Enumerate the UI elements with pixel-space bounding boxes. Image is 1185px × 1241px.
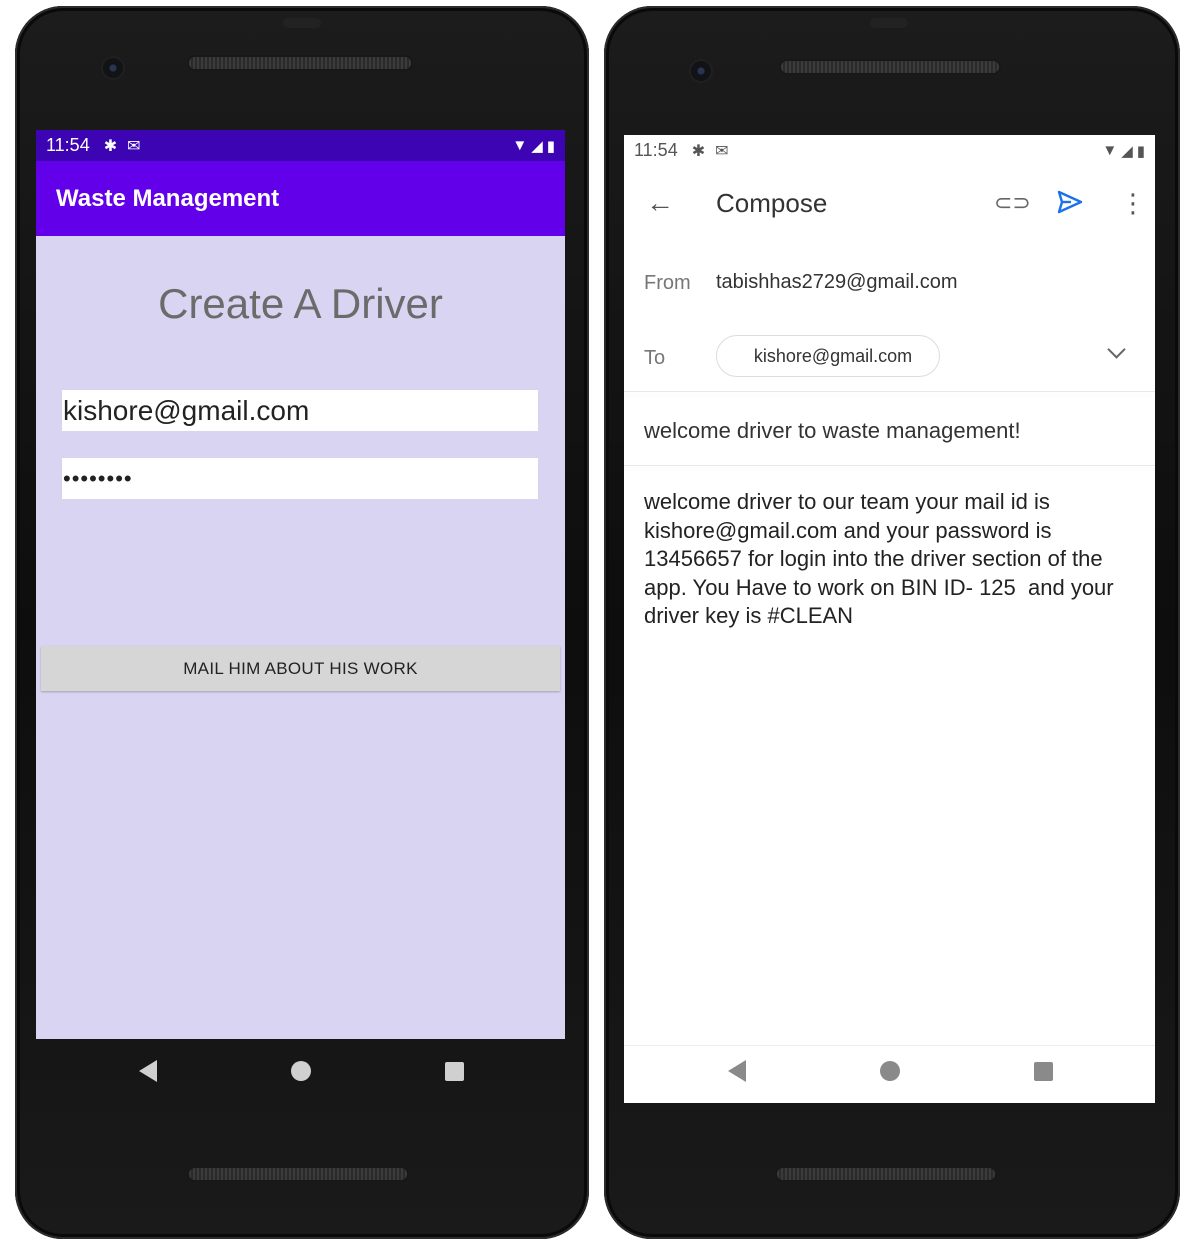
front-camera-icon [103,58,123,78]
back-icon [727,1060,746,1082]
battery-icon: ▮ [1136,142,1145,160]
nav-home-button[interactable] [875,1056,905,1086]
status-bar: 11:54 ✱ ✉ ▼ ◢ ▮ [36,130,565,161]
divider [624,1045,1155,1046]
bottom-speaker [777,1168,995,1180]
send-icon[interactable] [1056,189,1084,220]
from-value[interactable]: tabishhas2729@gmail.com [716,271,958,294]
mail-driver-button[interactable]: MAIL HIM ABOUT HIS WORK [41,646,560,691]
left-phone-frame: 11:54 ✱ ✉ ▼ ◢ ▮ Waste Management Create … [15,6,589,1239]
body-field[interactable]: welcome driver to our team your mail id … [644,488,1144,631]
gmail-icon: ✉ [127,137,141,155]
signal-icon: ◢ [531,137,543,155]
divider [624,465,1155,466]
password-field[interactable] [62,458,538,499]
gear-icon: ✱ [103,137,118,155]
compose-header: ← Compose ⊂⊃ ⋮ [624,171,1155,235]
front-camera-icon [691,61,711,81]
top-speaker [189,57,411,69]
nav-back-button[interactable] [133,1056,163,1086]
nav-bar [660,1051,1120,1091]
earpiece [870,18,908,28]
recents-icon [1033,1061,1053,1081]
more-options-icon[interactable]: ⋮ [1120,190,1146,216]
divider [624,391,1155,392]
nav-bar [71,1051,531,1091]
status-time: 11:54 [634,140,678,160]
wifi-icon: ▼ [1102,142,1118,159]
nav-recents-button[interactable] [439,1056,469,1086]
compose-screen: 11:54 ✱ ✉ ▼ ◢ ▮ ← Compose ⊂⊃ ⋮ From tabi… [624,135,1155,1103]
from-label: From [644,272,691,294]
attachment-icon[interactable]: ⊂⊃ [994,190,1031,216]
bottom-speaker [189,1168,407,1180]
recents-icon [444,1061,464,1081]
signal-icon: ◢ [1121,142,1133,160]
nav-home-button[interactable] [286,1056,316,1086]
chevron-down-icon[interactable] [1107,340,1126,359]
gmail-icon: ✉ [715,142,729,160]
to-label: To [644,347,666,369]
nav-recents-button[interactable] [1028,1056,1058,1086]
back-icon [138,1060,157,1082]
driver-screen: 11:54 ✱ ✉ ▼ ◢ ▮ Waste Management Create … [36,130,565,1039]
gear-icon: ✱ [691,142,706,160]
home-icon [290,1061,311,1081]
battery-icon: ▮ [546,137,555,155]
right-phone-frame: 11:54 ✱ ✉ ▼ ◢ ▮ ← Compose ⊂⊃ ⋮ From tabi… [604,6,1180,1239]
recipient-chip[interactable]: kishore@gmail.com [716,335,940,377]
wifi-icon: ▼ [512,137,528,154]
app-bar: Waste Management [36,161,565,236]
compose-title: Compose [716,187,828,218]
nav-back-button[interactable] [722,1056,752,1086]
subject-field[interactable]: welcome driver to waste management! [644,418,1021,444]
page-title: Create A Driver [158,280,443,327]
back-arrow-icon[interactable]: ← [646,189,674,217]
top-speaker [781,61,999,73]
status-bar: 11:54 ✱ ✉ ▼ ◢ ▮ [624,135,1155,166]
earpiece [283,18,321,28]
email-field[interactable] [62,390,538,431]
status-time: 11:54 [46,135,90,155]
app-title: Waste Management [56,184,280,212]
home-icon [879,1061,900,1081]
